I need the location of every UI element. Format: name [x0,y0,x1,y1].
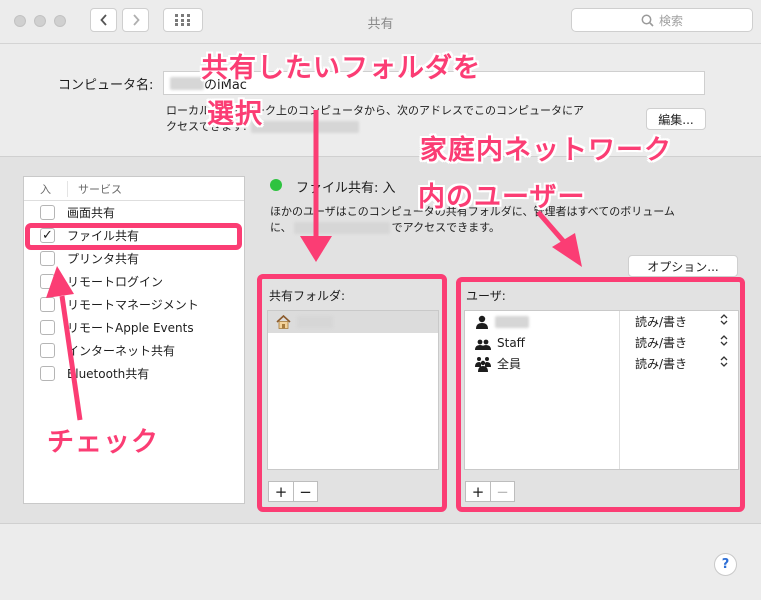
arrow-to-users-head [552,233,582,267]
annotation-users-line-2: 内のユーザー [418,182,586,213]
arrow-to-users [536,210,567,245]
arrow-to-folders-head [300,236,332,262]
arrow-to-checkbox [59,295,83,421]
annotation-users-line-1: 家庭内ネットワーク [420,135,672,166]
arrow-to-checkbox-head [46,266,74,298]
annotation-folder-line-1: 共有したいフォルダを [201,53,481,84]
annotation-check: チェック [47,427,159,458]
annotation-arrows [46,110,582,421]
annotation-folder-line-2: 選択 [207,99,263,130]
